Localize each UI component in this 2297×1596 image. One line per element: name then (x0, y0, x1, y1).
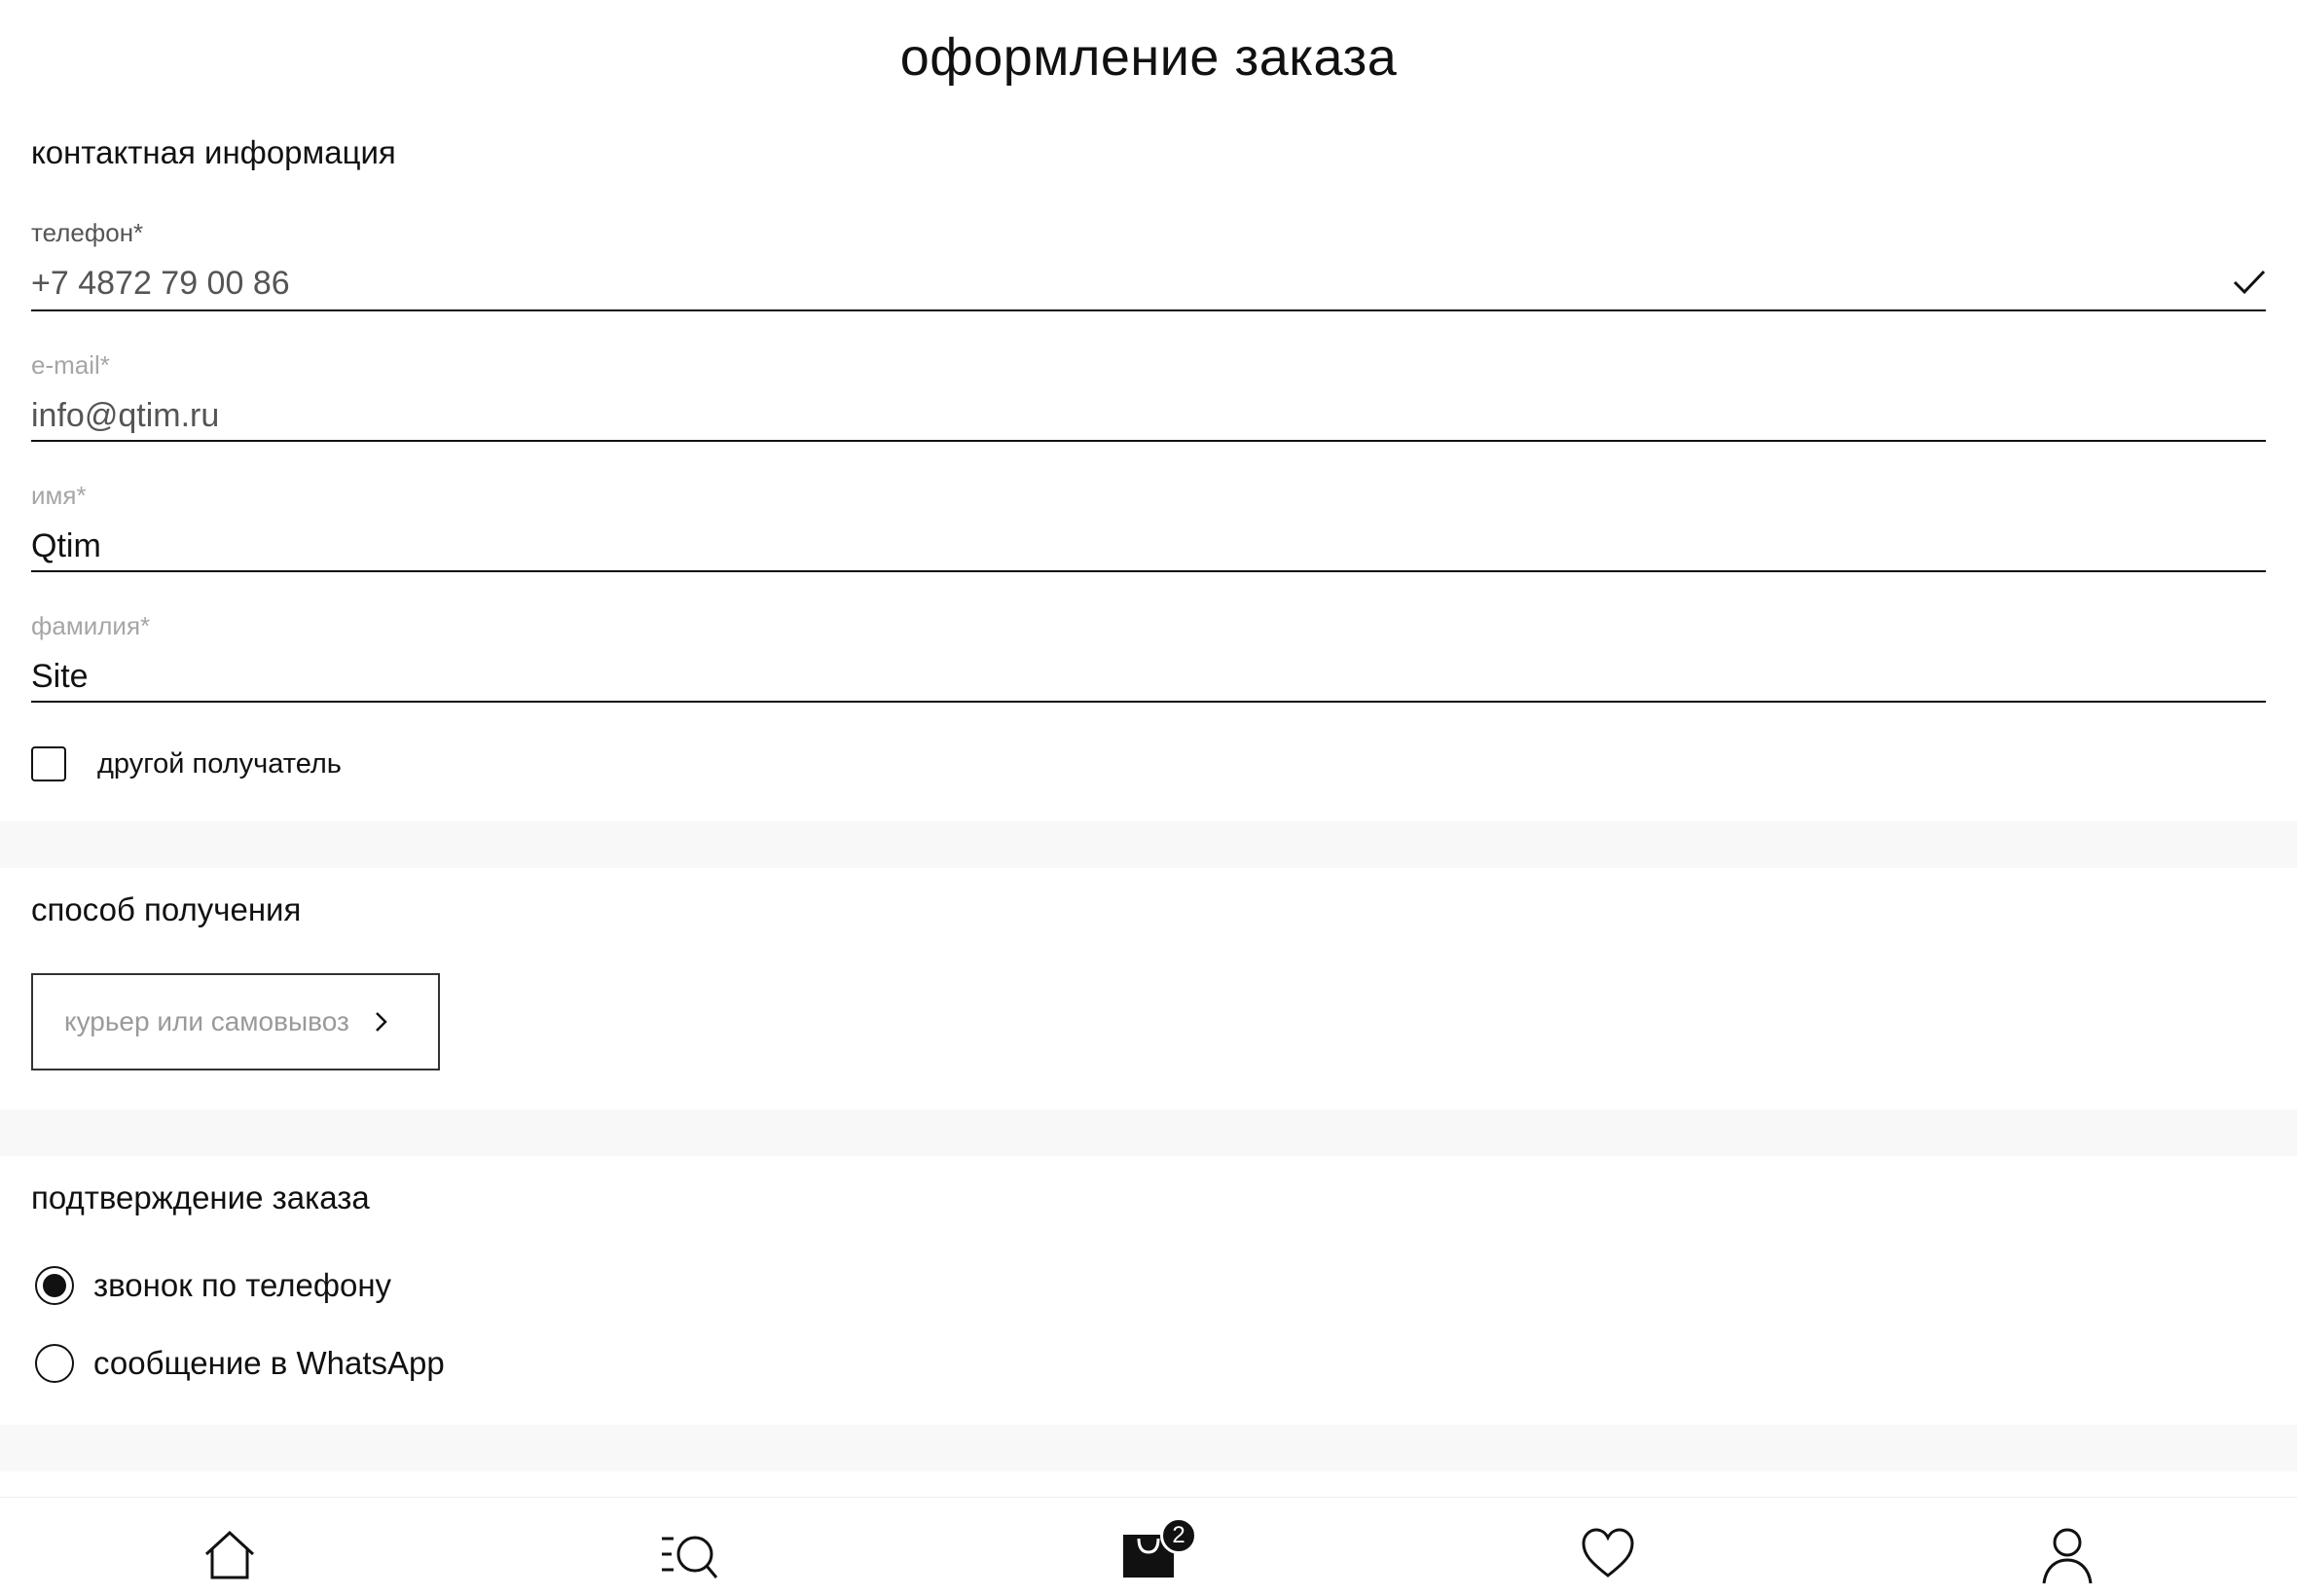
email-input[interactable]: info@qtim.ru (31, 397, 219, 435)
delivery-method-label: курьер или самовывоз (64, 1006, 349, 1036)
bottom-tab-bar: 2 (0, 1497, 2297, 1596)
catalog-search-icon (662, 1536, 718, 1578)
email-label: e-mail* (31, 350, 110, 380)
first-name-underline (31, 570, 2266, 572)
radio-selected[interactable] (35, 1266, 74, 1305)
tab-favorites[interactable] (1581, 1527, 1639, 1596)
section-divider (0, 1109, 2297, 1156)
phone-label: телефон* (31, 218, 144, 247)
user-icon (2042, 1528, 2093, 1584)
home-icon (204, 1530, 255, 1579)
confirm-phone-call-label: звонок по телефону (93, 1267, 392, 1303)
last-name-underline (31, 701, 2266, 703)
delivery-method-button[interactable]: курьер или самовывоз (31, 973, 440, 1070)
other-recipient-label: другой получатель (97, 747, 342, 780)
last-name-field[interactable]: фамилия* Site (31, 609, 2266, 705)
radio-dot (43, 1274, 66, 1297)
last-name-input[interactable]: Site (31, 658, 89, 696)
tab-catalog-search[interactable] (660, 1527, 718, 1596)
email-underline (31, 440, 2266, 442)
confirmation-section-title: подтверждение заказа (31, 1179, 370, 1215)
cart-count-badge: 2 (1160, 1517, 1197, 1554)
heart-icon (1582, 1528, 1634, 1578)
confirm-whatsapp-label: сообщение в WhatsApp (93, 1345, 445, 1381)
phone-underline (31, 309, 2266, 311)
contact-section-title: контактная информация (31, 134, 396, 170)
first-name-input[interactable]: Qtim (31, 527, 101, 565)
page-title: оформление заказа (899, 28, 1398, 87)
tab-profile[interactable] (2040, 1527, 2098, 1596)
confirm-whatsapp-option[interactable]: сообщение в WhatsApp (35, 1343, 445, 1384)
chevron-right-icon (375, 1012, 387, 1032)
phone-field[interactable]: телефон* +7 4872 79 00 86 (31, 214, 2266, 313)
phone-input[interactable]: +7 4872 79 00 86 (31, 265, 290, 303)
first-name-label: имя* (31, 481, 87, 510)
email-field[interactable]: e-mail* info@qtim.ru (31, 348, 2266, 444)
radio-unselected[interactable] (35, 1344, 74, 1383)
section-divider (0, 821, 2297, 868)
other-recipient-checkbox[interactable]: другой получатель (31, 745, 342, 782)
delivery-section-title: способ получения (31, 891, 302, 927)
check-icon (2233, 270, 2266, 295)
tab-home[interactable] (201, 1527, 259, 1596)
confirm-phone-call-option[interactable]: звонок по телефону (35, 1265, 391, 1306)
checkbox-box[interactable] (31, 746, 66, 781)
last-name-label: фамилия* (31, 611, 151, 640)
first-name-field[interactable]: имя* Qtim (31, 479, 2266, 574)
tab-cart[interactable]: 2 (1121, 1517, 1197, 1596)
section-divider (0, 1425, 2297, 1471)
